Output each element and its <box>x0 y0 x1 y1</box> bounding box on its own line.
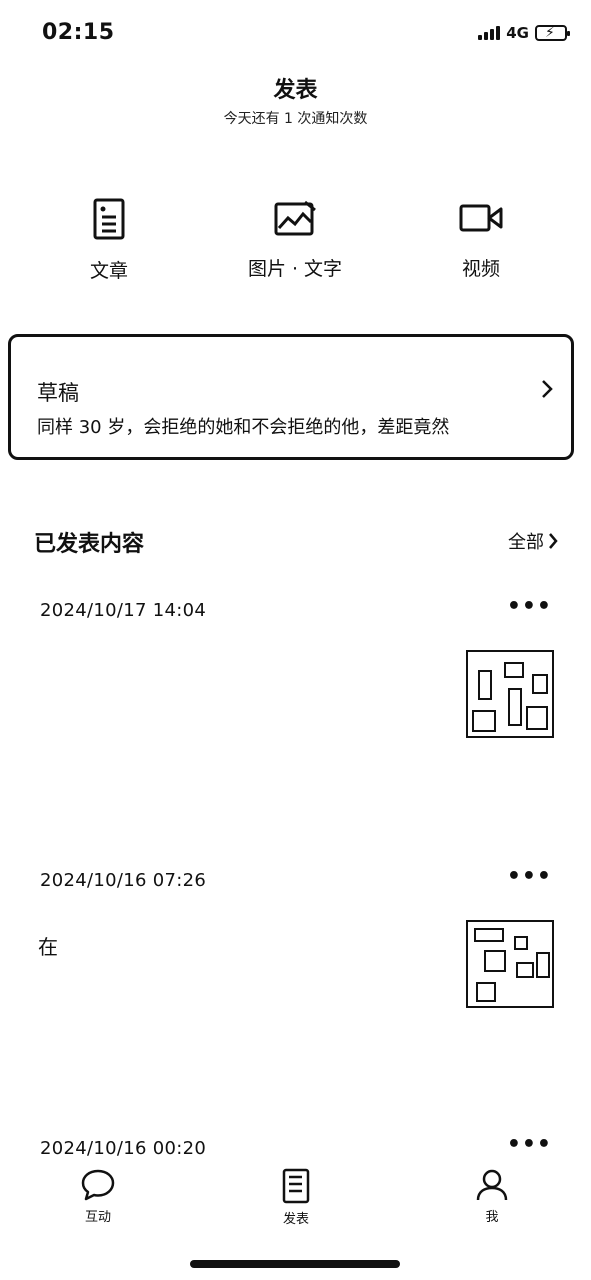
tab-publish-label: 发表 <box>282 1212 309 1227</box>
tab-interaction-label: 互动 <box>84 1210 111 1225</box>
chat-bubble-icon <box>81 1169 115 1201</box>
tab-publish[interactable]: 发表 <box>256 1168 336 1227</box>
page-header: 发表 今天还有 1 次通知次数 <box>0 72 591 128</box>
post-item[interactable]: 2024/10/16 07:26 ••• 在 <box>38 866 554 1070</box>
post-date: 2024/10/16 07:26 <box>40 870 207 891</box>
post-thumbnail <box>466 650 554 738</box>
image-icon <box>274 200 316 236</box>
video-icon <box>459 204 503 232</box>
more-options-icon[interactable]: ••• <box>507 1138 552 1156</box>
status-icons: 4G ⚡ <box>478 24 570 42</box>
publish-types: 文章 图片 · 文字 视频 <box>0 198 591 298</box>
draft-title: 草稿 <box>37 381 79 405</box>
post-item[interactable]: 2024/10/17 14:04 ••• <box>40 596 554 800</box>
publish-video-label: 视频 <box>461 258 500 280</box>
tab-interaction[interactable]: 互动 <box>58 1168 138 1225</box>
more-options-icon[interactable]: ••• <box>507 866 552 888</box>
network-type: 4G <box>506 24 529 42</box>
chevron-right-icon <box>542 380 553 398</box>
publish-article-label: 文章 <box>89 260 128 282</box>
notification-count: 今天还有 1 次通知次数 <box>223 111 368 127</box>
home-indicator[interactable] <box>190 1260 400 1268</box>
post-item[interactable]: 2024/10/16 00:20 ••• <box>40 1138 554 1158</box>
post-date: 2024/10/16 00:20 <box>40 1138 207 1158</box>
tab-me[interactable]: 我 <box>452 1168 532 1225</box>
status-time: 02:15 <box>42 20 115 45</box>
page-title: 发表 <box>273 78 318 103</box>
post-title: 在 <box>38 935 58 959</box>
battery-icon: ⚡ <box>535 25 570 41</box>
view-all-label: 全部 <box>508 532 544 553</box>
publish-video-button[interactable]: 视频 <box>411 198 551 281</box>
document-icon <box>93 198 125 240</box>
publish-image-text-label: 图片 · 文字 <box>247 258 343 280</box>
publish-article-button[interactable]: 文章 <box>39 198 179 283</box>
document-icon <box>282 1168 310 1204</box>
person-icon <box>476 1169 508 1201</box>
post-thumbnail <box>466 920 554 1008</box>
draft-card[interactable]: 草稿 同样 30 岁，会拒绝的她和不会拒绝的他，差距竟然 <box>8 334 574 460</box>
publish-image-text-button[interactable]: 图片 · 文字 <box>225 198 365 281</box>
chevron-right-icon <box>549 533 558 549</box>
published-title: 已发表内容 <box>34 532 145 557</box>
tab-me-label: 我 <box>485 1210 499 1225</box>
tab-bar: 互动 发表 我 <box>0 1160 591 1230</box>
signal-icon <box>478 26 501 40</box>
published-section-header: 已发表内容 全部 <box>34 526 558 557</box>
more-options-icon[interactable]: ••• <box>507 596 552 618</box>
post-date: 2024/10/17 14:04 <box>40 600 207 621</box>
view-all-button[interactable]: 全部 <box>508 528 558 554</box>
status-bar: 02:15 4G ⚡ <box>0 0 591 70</box>
draft-preview: 同样 30 岁，会拒绝的她和不会拒绝的他，差距竟然 <box>37 417 450 438</box>
